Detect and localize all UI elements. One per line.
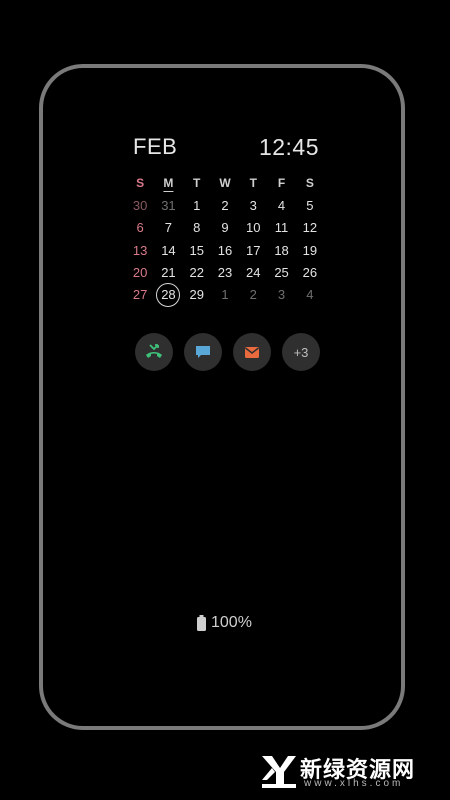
calendar-day: 27	[132, 287, 148, 303]
weekday-label: S	[305, 176, 314, 191]
calendar-day: 1	[221, 287, 229, 303]
battery-icon	[197, 615, 206, 631]
clock-header: FEB 12:45	[133, 134, 319, 164]
calendar-day: 23	[217, 264, 233, 280]
calendar-day: 12	[302, 220, 318, 236]
calendar-day: 3	[249, 197, 257, 213]
calendar-day: 31	[161, 197, 176, 213]
calendar-day: 2	[249, 287, 257, 303]
calendar-day: 14	[161, 242, 176, 258]
calendar-day: 6	[136, 220, 144, 236]
calendar: S M T W T F S 30 31 1 2 3 4 5 6 7 8 9 10…	[126, 172, 324, 307]
battery-percentage: 100%	[211, 614, 252, 631]
message-notification[interactable]	[184, 333, 222, 371]
email-icon	[245, 347, 259, 358]
weekday-label: S	[136, 176, 145, 191]
clock-time: 12:45	[258, 134, 319, 160]
calendar-day: 18	[274, 242, 289, 258]
week-row: 20 21 22 23 24 25 26	[126, 261, 324, 283]
calendar-day: 20	[132, 264, 148, 280]
calendar-day: 5	[306, 197, 314, 213]
missed-call-notification[interactable]	[135, 333, 173, 371]
calendar-day: 21	[161, 264, 176, 280]
calendar-day: 16	[217, 242, 233, 258]
calendar-day: 26	[302, 264, 318, 280]
week-row: 27 28 29 1 2 3 4	[126, 282, 324, 307]
today-ring	[156, 282, 181, 307]
calendar-day: 29	[189, 287, 204, 303]
calendar-day: 4	[306, 287, 314, 303]
more-notifications[interactable]: +3	[282, 333, 320, 371]
calendar-day: 25	[274, 264, 289, 280]
calendar-day: 17	[246, 242, 261, 258]
calendar-day: 24	[246, 264, 261, 280]
weekday-row: S M T W T F S	[126, 172, 324, 194]
watermark-url: www.xlhs.com	[304, 778, 404, 789]
calendar-day: 9	[221, 220, 229, 236]
month-label: FEB	[133, 134, 178, 159]
calendar-day: 7	[164, 220, 173, 236]
email-notification[interactable]	[233, 333, 271, 371]
calendar-day: 1	[193, 197, 201, 213]
calendar-day: 2	[221, 197, 229, 213]
watermark: 新绿资源网 www.xlhs.com	[258, 750, 438, 790]
weekday-label: T	[193, 176, 201, 191]
calendar-day: 11	[274, 220, 289, 236]
notification-icons: +3	[135, 333, 320, 371]
week-row: 30 31 1 2 3 4 5	[126, 194, 324, 216]
calendar-day: 22	[189, 264, 204, 280]
calendar-day: 13	[132, 242, 148, 258]
calendar-day: 10	[246, 220, 261, 236]
calendar-day-today: 28	[154, 282, 182, 307]
weekday-label: W	[219, 176, 231, 191]
week-row: 13 14 15 16 17 18 19	[126, 239, 324, 261]
weekday-label: M	[163, 176, 174, 191]
weekday-label: T	[249, 176, 257, 191]
calendar-day: 30	[132, 197, 148, 213]
calendar-day: 19	[302, 242, 318, 258]
calendar-day: 8	[193, 220, 201, 236]
missed-call-icon	[146, 344, 162, 358]
watermark-logo-icon	[262, 756, 296, 788]
calendar-day: 4	[277, 197, 286, 213]
calendar-day: 15	[189, 242, 204, 258]
message-icon	[196, 346, 210, 358]
week-row: 6 7 8 9 10 11 12	[126, 217, 324, 239]
weekday-label: F	[277, 176, 286, 191]
battery-status: 100%	[197, 614, 252, 632]
calendar-day: 3	[277, 287, 286, 303]
